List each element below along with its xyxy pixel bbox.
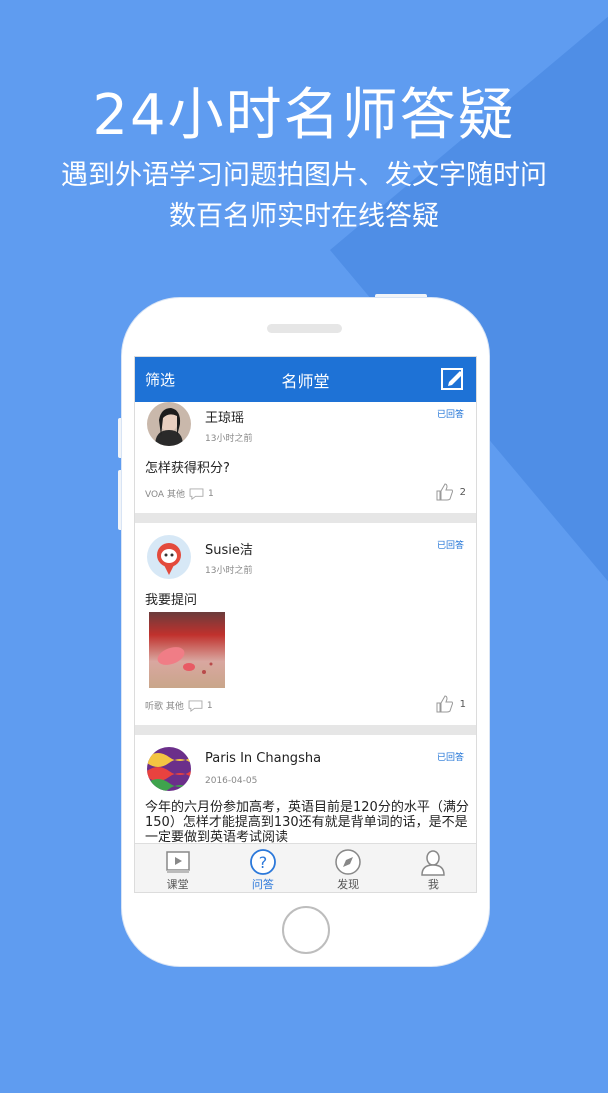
promo-headline: 24小时名师答疑	[92, 83, 516, 148]
app-screen: 筛选 名师堂 王琼瑶 13小时之前 已回答 怎样获得积分? VOA 其他 1 2…	[134, 356, 477, 893]
filter-button[interactable]: 筛选	[145, 369, 175, 390]
question-photo[interactable]	[149, 612, 225, 688]
divider	[135, 725, 476, 735]
comment-icon[interactable]	[189, 487, 204, 500]
status-badge: 已回答	[436, 410, 464, 420]
avatar[interactable]	[147, 402, 191, 446]
like-count: 2	[459, 486, 466, 498]
svg-text:?: ?	[259, 853, 268, 872]
like-count: 1	[459, 698, 466, 710]
compass-icon	[335, 849, 361, 875]
user-icon	[421, 850, 446, 876]
question-text[interactable]: 今年的六月份参加高考，英语目前是120分的水平（满分150）怎样才能提高到130…	[145, 800, 470, 844]
phone-speaker	[267, 324, 342, 333]
status-badge: 已回答	[436, 753, 464, 763]
post-time: 13小时之前	[205, 434, 253, 444]
username[interactable]: 王琼瑶	[205, 407, 244, 426]
comment-count: 1	[206, 700, 213, 711]
post-time: 2016-04-05	[205, 776, 258, 786]
tab-discover[interactable]: 发现	[306, 844, 391, 892]
like-button[interactable]: 2	[436, 483, 466, 501]
tab-classroom[interactable]: 课堂	[135, 844, 220, 892]
tab-label: 我	[427, 878, 439, 891]
question-feed: 王琼瑶 13小时之前 已回答 怎样获得积分? VOA 其他 1 2 Susie洁…	[135, 402, 476, 844]
question-text[interactable]: 怎样获得积分?	[145, 457, 230, 476]
question-text[interactable]: 我要提问	[145, 589, 197, 608]
question-card[interactable]: Paris In Changsha 2016-04-05 已回答 今年的六月份参…	[135, 735, 476, 844]
comment-count: 1	[207, 488, 214, 499]
bottom-tab-bar: 课堂 ? 问答 发现 我	[135, 843, 476, 892]
promo-subtitle-line1: 遇到外语学习问题拍图片、发文字随时问	[61, 160, 547, 191]
avatar[interactable]	[147, 535, 191, 579]
tab-label: 问答	[251, 878, 274, 891]
page-title: 名师堂	[281, 371, 330, 391]
post-meta: 听歌 其他 1	[145, 699, 213, 712]
question-card[interactable]: Susie洁 13小时之前 已回答 我要提问 听歌 其他 1 1	[135, 523, 476, 725]
username[interactable]: Paris In Changsha	[205, 751, 321, 766]
phone-home-button[interactable]	[282, 906, 330, 954]
thumbs-up-icon	[436, 695, 453, 713]
play-icon	[165, 851, 190, 873]
question-icon: ?	[249, 849, 276, 875]
question-card[interactable]: 王琼瑶 13小时之前 已回答 怎样获得积分? VOA 其他 1 2	[135, 402, 476, 513]
like-button[interactable]: 1	[436, 695, 466, 713]
tab-label: 发现	[337, 878, 360, 891]
post-time: 13小时之前	[205, 566, 253, 576]
post-meta: VOA 其他 1	[145, 487, 214, 500]
promo-subtitle-line2: 数百名师实时在线答疑	[169, 201, 439, 232]
username[interactable]: Susie洁	[205, 539, 253, 558]
category-label: 听歌 其他	[145, 702, 184, 712]
tab-qa[interactable]: ? 问答	[220, 844, 305, 892]
tab-me[interactable]: 我	[391, 844, 476, 892]
tab-label: 课堂	[166, 878, 189, 891]
edit-icon[interactable]	[440, 366, 466, 392]
category-label: VOA 其他	[145, 490, 185, 500]
status-badge: 已回答	[436, 541, 464, 551]
top-bar: 筛选 名师堂	[135, 357, 476, 402]
comment-icon[interactable]	[188, 699, 203, 712]
avatar[interactable]	[147, 747, 191, 791]
thumbs-up-icon	[436, 483, 453, 501]
divider	[135, 513, 476, 523]
